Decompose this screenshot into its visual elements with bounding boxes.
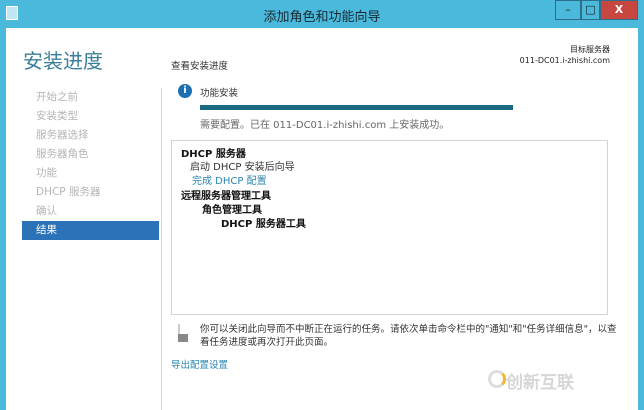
watermark-logo-icon xyxy=(488,370,506,388)
install-status: 需要配置。已在 011-DC01.i-zhishi.com 上安装成功。 xyxy=(200,120,450,131)
watermark: 创新互联 xyxy=(506,373,574,393)
title-bar: 添加角色和功能向导 – □ X xyxy=(0,0,644,28)
divider xyxy=(161,88,162,410)
nav-item-confirmation[interactable]: 确认 xyxy=(22,202,159,221)
wizard-nav: 开始之前 安装类型 服务器选择 服务器角色 功能 DHCP 服务器 确认 结果 xyxy=(22,88,159,240)
close-button[interactable]: X xyxy=(600,0,638,20)
section-subtitle: 查看安装进度 xyxy=(171,61,229,72)
maximize-button[interactable]: □ xyxy=(581,0,600,20)
target-server: 目标服务器 011-DC01.i-zhishi.com xyxy=(520,44,610,66)
background-task-note: 你可以关闭此向导而不中断正在运行的任务。请依次单击命令栏中的"通知"和"任务详细… xyxy=(200,324,617,348)
result-rsat: 远程服务器管理工具 xyxy=(181,191,271,202)
window-title: 添加角色和功能向导 xyxy=(263,10,381,25)
result-dhcp-tools: DHCP 服务器工具 xyxy=(221,219,306,230)
page-title: 安装进度 xyxy=(23,49,103,73)
target-server-name: 011-DC01.i-zhishi.com xyxy=(519,56,610,65)
result-post-wizard: 启动 DHCP 安装后向导 xyxy=(190,162,295,173)
results-list: DHCP 服务器 启动 DHCP 安装后向导 完成 DHCP 配置 远程服务器管… xyxy=(171,140,608,315)
minimize-button[interactable]: – xyxy=(555,0,581,20)
nav-item-server-roles[interactable]: 服务器角色 xyxy=(22,145,159,164)
flag-icon xyxy=(178,324,190,342)
export-config-link[interactable]: 导出配置设置 xyxy=(171,357,228,371)
nav-item-before-you-begin[interactable]: 开始之前 xyxy=(22,88,159,107)
complete-dhcp-config-link[interactable]: 完成 DHCP 配置 xyxy=(192,172,267,187)
nav-item-features[interactable]: 功能 xyxy=(22,164,159,183)
progress-bar xyxy=(200,105,513,110)
feature-install-label: 功能安装 xyxy=(200,88,239,99)
progress-fill xyxy=(200,105,513,110)
result-role-tools: 角色管理工具 xyxy=(202,205,262,216)
nav-item-installation-type[interactable]: 安装类型 xyxy=(22,107,159,126)
nav-item-results[interactable]: 结果 xyxy=(22,221,159,240)
target-server-label: 目标服务器 xyxy=(570,45,610,54)
info-icon: i xyxy=(178,84,192,98)
nav-item-server-selection[interactable]: 服务器选择 xyxy=(22,126,159,145)
nav-item-dhcp-server[interactable]: DHCP 服务器 xyxy=(22,183,159,202)
